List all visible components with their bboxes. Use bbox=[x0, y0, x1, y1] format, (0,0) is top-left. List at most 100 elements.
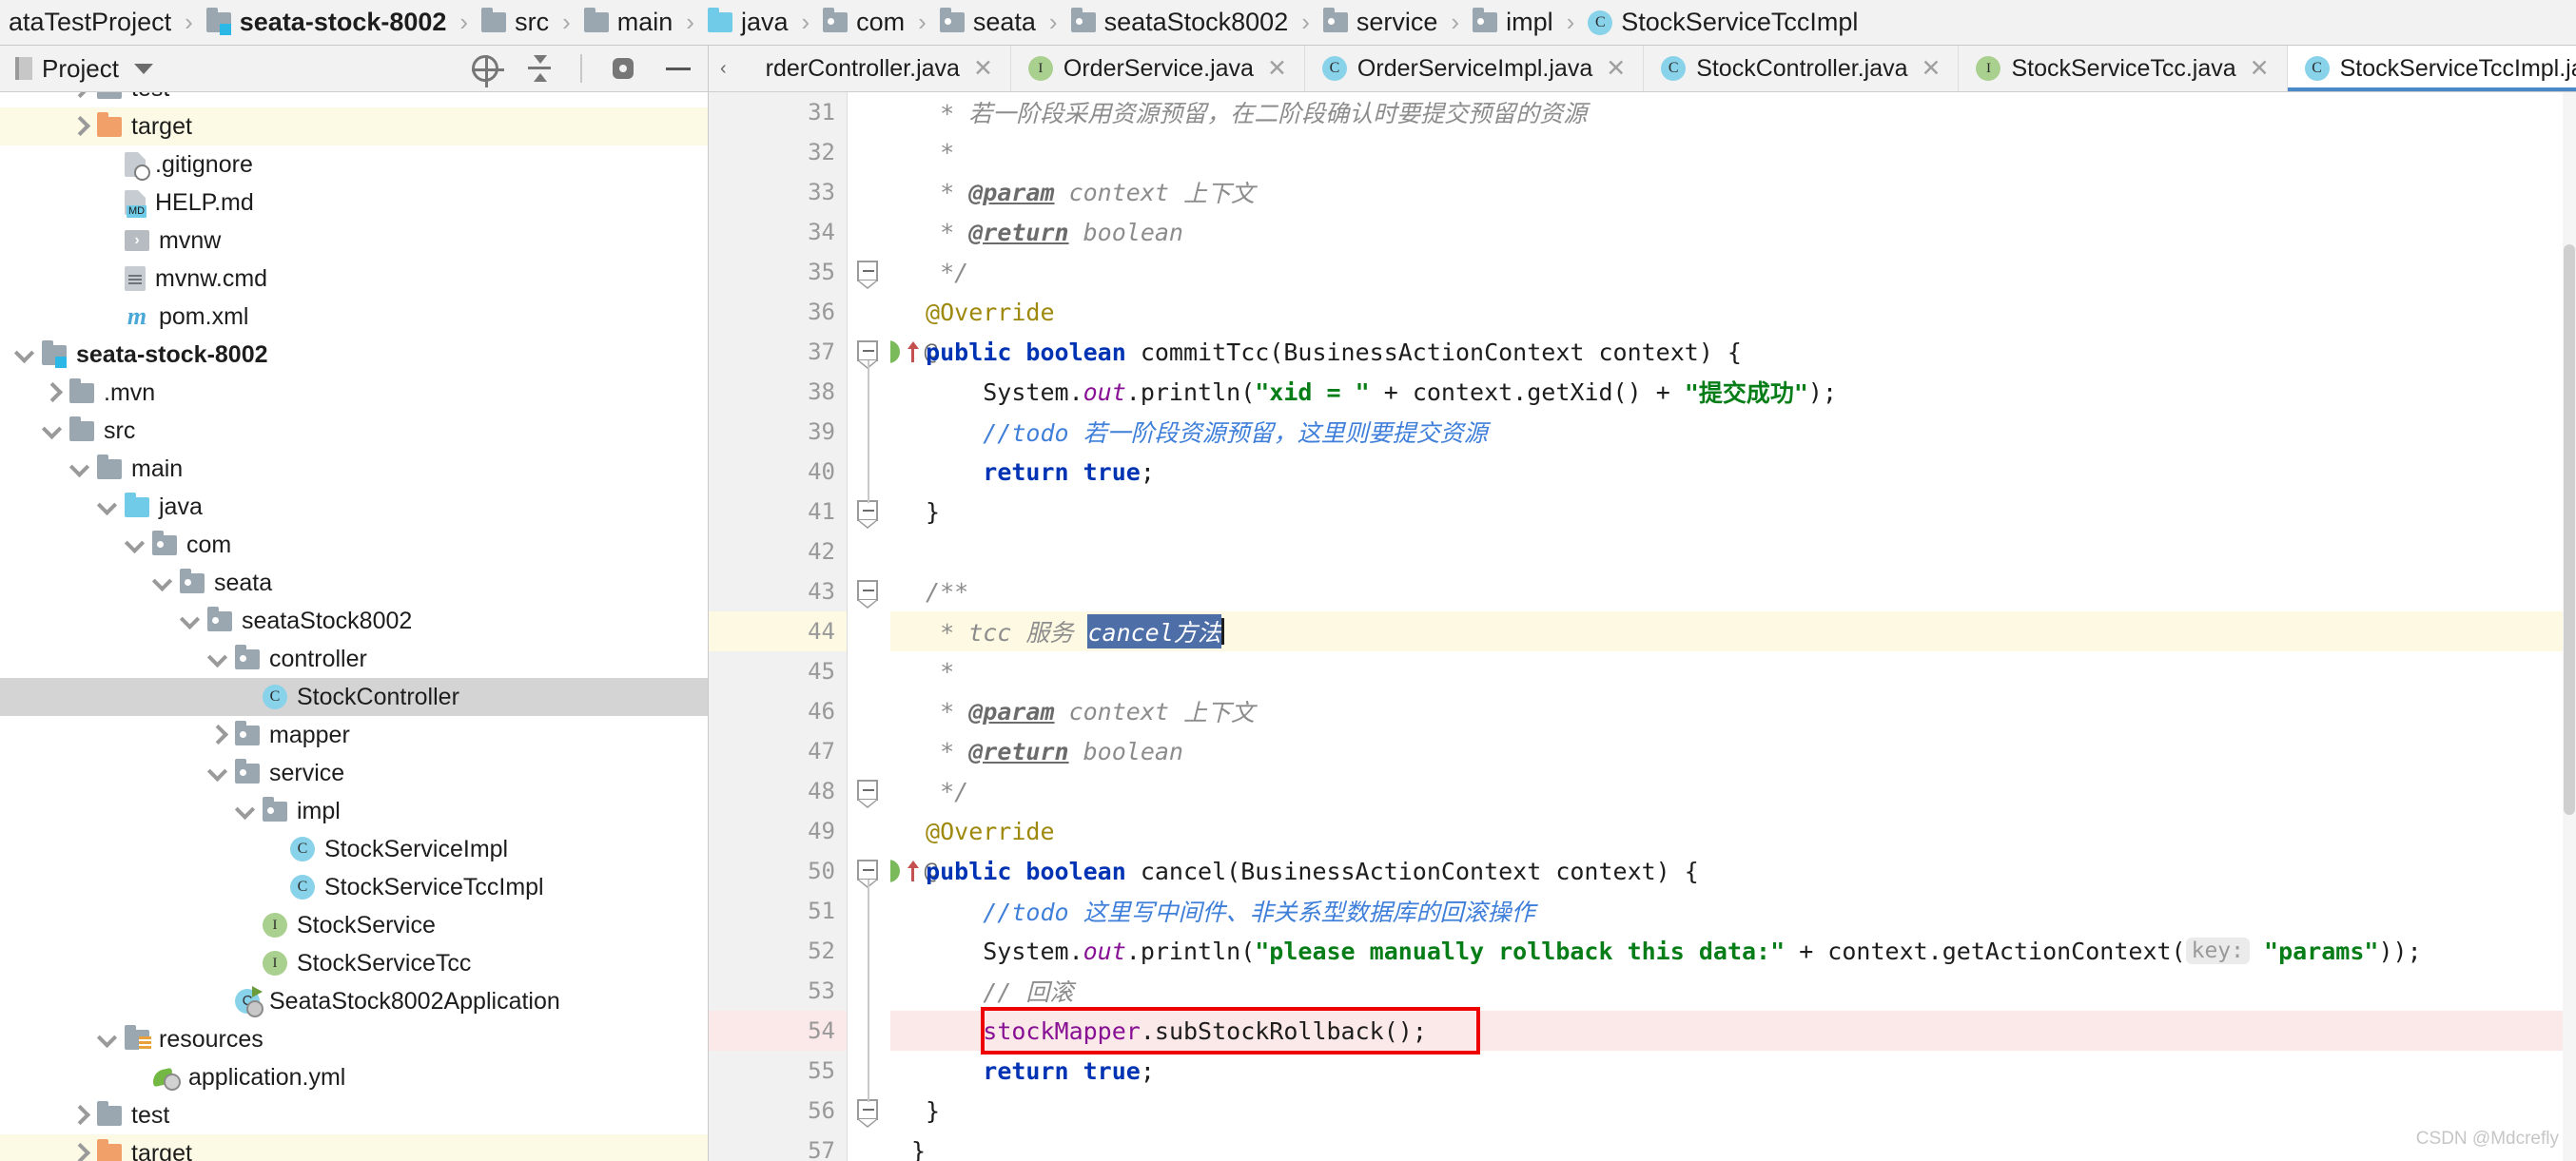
fold-toggle-icon[interactable] bbox=[857, 500, 880, 529]
tree-item-src[interactable]: src bbox=[0, 412, 708, 450]
breadcrumb-item-main[interactable]: main bbox=[583, 0, 673, 45]
tree-item-stockservicetccimpl[interactable]: C StockServiceTccImpl bbox=[0, 868, 708, 906]
gutter-line-53[interactable]: 53 bbox=[709, 971, 847, 1011]
gutter-line-37[interactable]: 37I@ bbox=[709, 332, 938, 372]
chevron-right-icon[interactable] bbox=[68, 1105, 89, 1126]
code-line-46[interactable]: * @param context 上下文 bbox=[890, 691, 2576, 731]
code-line-51[interactable]: //todo 这里写中间件、非关系型数据库的回滚操作 bbox=[890, 891, 2576, 931]
tree-item-test[interactable]: test bbox=[0, 1096, 708, 1134]
chevron-right-icon[interactable] bbox=[68, 1143, 89, 1161]
project-tree[interactable]: test target .gitignore MD HELP.md › mvnw mvnw.c… bbox=[0, 92, 708, 1161]
editor-tab-bar[interactable]: ‹ rderController.java ✕ I OrderService.java ✕… bbox=[709, 46, 2576, 92]
code-line-45[interactable]: * bbox=[890, 651, 2576, 691]
fold-toggle-icon[interactable] bbox=[857, 780, 880, 808]
gutter-line-49[interactable]: 49 bbox=[709, 811, 847, 851]
tree-item-stockcontroller[interactable]: C StockController bbox=[0, 678, 708, 716]
gutter-line-56[interactable]: 56 bbox=[709, 1091, 847, 1131]
tree-item-seata-stock-8002[interactable]: seata-stock-8002 bbox=[0, 336, 708, 374]
tab-stockservicetcc-java[interactable]: I StockServiceTcc.java ✕ bbox=[1959, 46, 2288, 91]
code-line-48[interactable]: */ bbox=[890, 771, 2576, 811]
tree-item--mvn[interactable]: .mvn bbox=[0, 374, 708, 412]
code-line-33[interactable]: * @param context 上下文 bbox=[890, 172, 2576, 212]
chevron-down-icon[interactable] bbox=[68, 458, 89, 479]
code-content[interactable]: CSDN @Mdcrefly * 若一阶段采用资源预留，在二阶段确认时要提交预留… bbox=[890, 92, 2576, 1161]
gutter-line-52[interactable]: 52 bbox=[709, 931, 847, 971]
code-line-41[interactable]: } bbox=[890, 492, 2576, 532]
tab-scroll-left-icon[interactable]: ‹ bbox=[709, 46, 738, 91]
code-line-52[interactable]: System. out .println("please manually roll… bbox=[890, 931, 2576, 971]
tree-item-mvnw-cmd[interactable]: mvnw.cmd bbox=[0, 260, 708, 298]
tree-item-target[interactable]: target bbox=[0, 1134, 708, 1161]
chevron-down-icon[interactable] bbox=[179, 610, 200, 631]
tree-item-service[interactable]: service bbox=[0, 754, 708, 792]
gutter-line-55[interactable]: 55 bbox=[709, 1051, 847, 1091]
chevron-down-icon[interactable] bbox=[124, 534, 145, 555]
code-line-50[interactable]: public boolean cancel(BusinessActionCont… bbox=[890, 851, 2576, 891]
code-line-57[interactable]: } bbox=[890, 1131, 2576, 1161]
close-icon[interactable]: ✕ bbox=[973, 56, 993, 81]
gutter-line-35[interactable]: 35 bbox=[709, 252, 847, 292]
gutter-line-46[interactable]: 46 bbox=[709, 691, 847, 731]
gutter-line-47[interactable]: 47 bbox=[709, 731, 847, 771]
code-line-49[interactable]: @Override bbox=[890, 811, 2576, 851]
tab-stockservicetccimpl-java[interactable]: CStockServiceTccImpl.java✕ bbox=[2287, 46, 2576, 91]
tree-item-com[interactable]: com bbox=[0, 526, 708, 564]
breadcrumb-item-impl[interactable]: impl bbox=[1473, 0, 1553, 45]
chevron-down-icon[interactable] bbox=[133, 63, 153, 74]
gutter-line-43[interactable]: 43 bbox=[709, 571, 847, 611]
gutter-line-39[interactable]: 39 bbox=[709, 412, 847, 452]
tree-item-impl[interactable]: impl bbox=[0, 792, 708, 830]
locate-icon[interactable] bbox=[472, 55, 504, 87]
breadcrumb-item-seata-stock-8002[interactable]: seata-stock-8002 bbox=[205, 0, 446, 45]
gutter-line-34[interactable]: 34 bbox=[709, 212, 847, 252]
tree-item-target[interactable]: target bbox=[0, 107, 708, 145]
tab-orderservice-java[interactable]: I OrderService.java ✕ bbox=[1011, 46, 1305, 91]
tree-item-java[interactable]: java bbox=[0, 488, 708, 526]
chevron-right-icon[interactable] bbox=[68, 116, 89, 137]
tree-item-test[interactable]: test bbox=[0, 92, 708, 107]
close-icon[interactable]: ✕ bbox=[1606, 56, 1626, 81]
code-folding-strip[interactable] bbox=[848, 92, 890, 1161]
fold-toggle-icon[interactable] bbox=[857, 261, 880, 289]
gutter-line-31[interactable]: 31 bbox=[709, 92, 847, 132]
chevron-right-icon[interactable] bbox=[41, 382, 62, 403]
gutter-line-48[interactable]: 48 bbox=[709, 771, 847, 811]
tree-item-mapper[interactable]: mapper bbox=[0, 716, 708, 754]
gutter-line-32[interactable]: 32 bbox=[709, 132, 847, 172]
code-line-35[interactable]: */ bbox=[890, 252, 2576, 292]
chevron-down-icon[interactable] bbox=[41, 420, 62, 441]
editor-scrollbar[interactable] bbox=[2563, 92, 2576, 1161]
chevron-right-icon[interactable] bbox=[68, 92, 89, 99]
editor-gutter[interactable]: 31 32 33 34 35 36 37I@ 38 39 40 41 42 43 44 45 46 47 48 49… bbox=[709, 92, 938, 1161]
gutter-line-45[interactable]: 45 bbox=[709, 651, 847, 691]
breadcrumb-item-atatestproject[interactable]: ataTestProject bbox=[0, 0, 171, 45]
gutter-line-51[interactable]: 51 bbox=[709, 891, 847, 931]
tree-item-pom-xml[interactable]: m pom.xml bbox=[0, 298, 708, 336]
minimize-icon[interactable] bbox=[664, 54, 693, 83]
tree-item--gitignore[interactable]: .gitignore bbox=[0, 145, 708, 184]
chevron-down-icon[interactable] bbox=[151, 572, 172, 593]
gutter-line-33[interactable]: 33 bbox=[709, 172, 847, 212]
settings-gear-icon[interactable] bbox=[609, 54, 637, 83]
code-line-56[interactable]: } bbox=[890, 1091, 2576, 1131]
chevron-right-icon[interactable] bbox=[206, 725, 227, 745]
tree-item-seatastock8002application[interactable]: C SeataStock8002Application bbox=[0, 982, 708, 1020]
gutter-line-50[interactable]: 50I@ bbox=[709, 851, 938, 891]
code-line-32[interactable]: * bbox=[890, 132, 2576, 172]
breadcrumb-item-java[interactable]: java bbox=[707, 0, 788, 45]
fold-toggle-icon[interactable] bbox=[857, 1099, 880, 1128]
code-line-47[interactable]: * @return boolean bbox=[890, 731, 2576, 771]
breadcrumb-item-com[interactable]: com bbox=[823, 0, 905, 45]
gutter-line-44[interactable]: 44 bbox=[709, 611, 901, 651]
code-line-42[interactable] bbox=[890, 532, 2576, 571]
tree-item-resources[interactable]: resources bbox=[0, 1020, 708, 1058]
tree-item-main[interactable]: main bbox=[0, 450, 708, 488]
gutter-line-57[interactable]: 57 bbox=[709, 1131, 847, 1161]
tree-item-application-yml[interactable]: application.yml bbox=[0, 1058, 708, 1096]
breadcrumb-item-seatastock8002[interactable]: seataStock8002 bbox=[1070, 0, 1288, 45]
gutter-line-42[interactable]: 42 bbox=[709, 532, 847, 571]
tree-item-stockserviceimpl[interactable]: C StockServiceImpl bbox=[0, 830, 708, 868]
breadcrumb-item-seata[interactable]: seata bbox=[939, 0, 1036, 45]
tree-item-controller[interactable]: controller bbox=[0, 640, 708, 678]
editor-scrollbar-thumb[interactable] bbox=[2564, 244, 2575, 815]
